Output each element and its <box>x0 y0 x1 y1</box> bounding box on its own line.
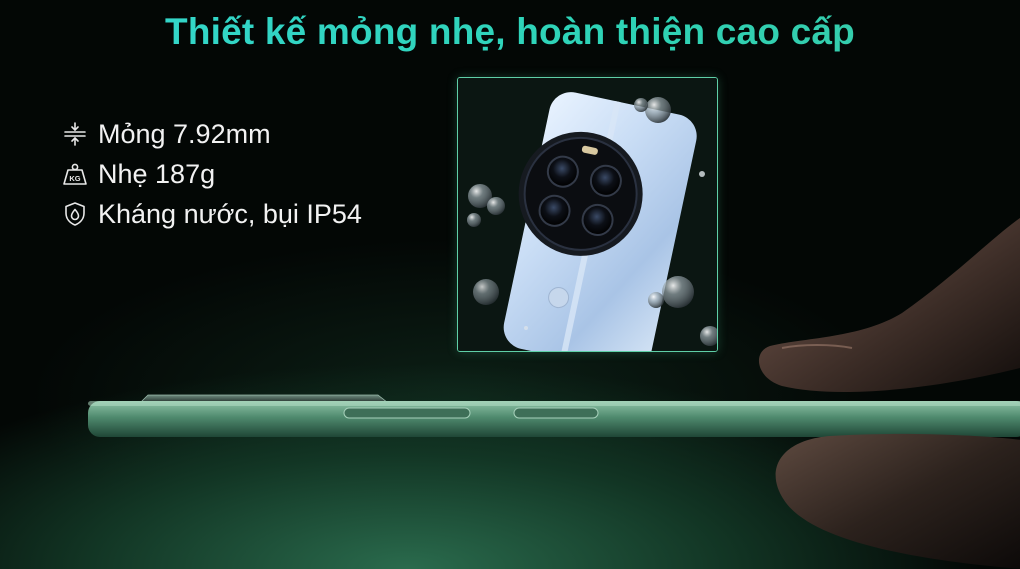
headline: Thiết kế mỏng nhẹ, hoàn thiện cao cấp <box>0 6 1020 58</box>
water-shield-icon <box>62 201 88 227</box>
feature-water-resistance: Kháng nước, bụi IP54 <box>62 194 442 234</box>
svg-text:KG: KG <box>69 174 80 183</box>
upper-finger-image <box>758 218 1020 392</box>
feature-water-label: Kháng nước, bụi IP54 <box>98 198 362 229</box>
lower-finger-image <box>775 433 1020 569</box>
feature-weight: KG Nhẹ 187g <box>62 154 442 194</box>
phone-back-closeup-image <box>457 77 718 352</box>
weight-kg-icon: KG <box>62 161 88 187</box>
feature-weight-label: Nhẹ 187g <box>98 158 216 189</box>
feature-thickness: Mỏng 7.92mm <box>62 114 442 154</box>
feature-thickness-label: Mỏng 7.92mm <box>98 118 271 149</box>
thickness-icon <box>62 121 88 147</box>
product-banner: Thiết kế mỏng nhẹ, hoàn thiện cao cấp Mỏ… <box>0 0 1020 569</box>
feature-list: Mỏng 7.92mm KG Nhẹ 187g Kháng nước, bụi … <box>62 114 442 234</box>
